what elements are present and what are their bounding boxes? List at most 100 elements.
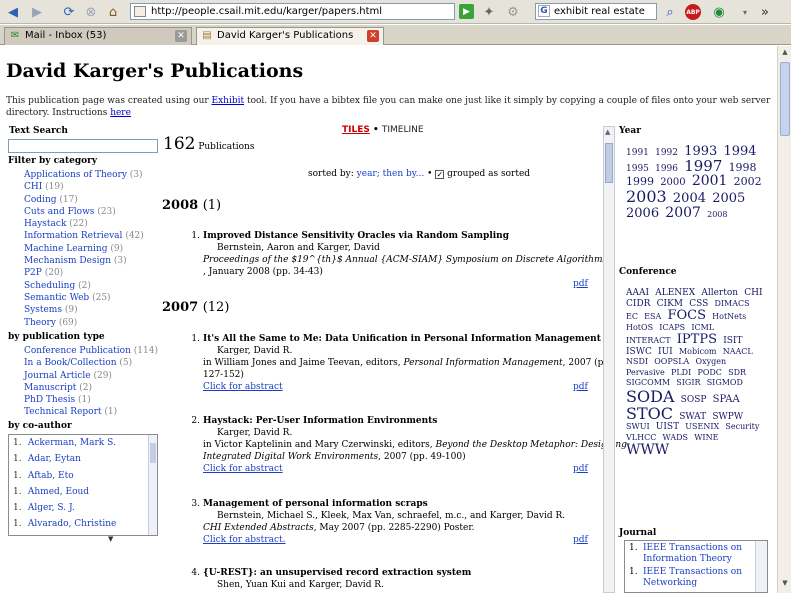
facet-item[interactable]: Theory (69) bbox=[24, 317, 144, 329]
view-timeline[interactable]: TIMELINE bbox=[382, 125, 424, 135]
facet-item-label[interactable]: Haystack bbox=[24, 219, 66, 229]
facet-item-label[interactable]: Mechanism Design bbox=[24, 256, 111, 266]
cloud-item[interactable]: 2008 bbox=[707, 210, 727, 219]
cloud-item[interactable]: Security bbox=[725, 422, 759, 431]
cloud-item[interactable]: SODA bbox=[626, 387, 674, 406]
cloud-item[interactable]: SDR bbox=[728, 368, 746, 377]
cloud-item[interactable]: CSS bbox=[689, 299, 708, 309]
cloud-item[interactable]: PODC bbox=[697, 368, 721, 377]
facet-item-label[interactable]: P2P bbox=[24, 268, 42, 278]
sort-by-link[interactable]: year; then by... bbox=[357, 169, 425, 179]
tab-mail[interactable]: ✉ Mail - Inbox (53) ✕ bbox=[4, 27, 192, 45]
abstract-link[interactable]: Click for abstract bbox=[203, 381, 283, 393]
facet-item[interactable]: Cuts and Flows (23) bbox=[24, 206, 144, 218]
facet-item[interactable]: Systems (9) bbox=[24, 304, 144, 316]
cloud-item[interactable]: SPAA bbox=[713, 394, 740, 405]
close-tab-icon[interactable]: ✕ bbox=[175, 30, 187, 42]
facet-item-label[interactable]: Scheduling bbox=[24, 281, 75, 291]
abstract-link[interactable]: Click for abstract bbox=[203, 463, 283, 475]
cloud-item[interactable]: HotNets bbox=[712, 312, 746, 321]
page-scroll-down-icon[interactable]: ▼ bbox=[780, 579, 790, 591]
cloud-item[interactable]: 2003 bbox=[626, 187, 667, 206]
cloud-item[interactable]: 2007 bbox=[665, 205, 701, 221]
cloud-item[interactable]: 1995 bbox=[626, 164, 649, 174]
cloud-item[interactable]: 1991 bbox=[626, 148, 649, 158]
cloud-item[interactable]: DIMACS bbox=[714, 299, 749, 308]
coauthor-item[interactable]: 1. Alger, S. J. bbox=[13, 500, 157, 516]
cloud-item[interactable]: 1994 bbox=[723, 144, 756, 159]
cloud-item[interactable]: 1992 bbox=[655, 148, 678, 158]
page-scrollbar[interactable]: ▲ ▼ bbox=[777, 46, 791, 593]
coauthor-name[interactable]: Ackerman, Mark S. bbox=[28, 438, 116, 448]
facet-item[interactable]: Journal Article (29) bbox=[24, 370, 158, 382]
cloud-item[interactable]: WWW bbox=[626, 442, 669, 458]
coauthor-item[interactable]: 1. Ahmed, Eoud bbox=[13, 484, 157, 500]
search-go-icon[interactable]: ⌕ bbox=[661, 3, 679, 21]
cloud-item[interactable]: 1996 bbox=[655, 164, 678, 174]
cloud-item[interactable]: SIGCOMM bbox=[626, 378, 670, 387]
cloud-item[interactable]: Mobicom bbox=[679, 347, 717, 356]
view-tiles[interactable]: TILES bbox=[342, 125, 370, 135]
cloud-item[interactable]: CHI bbox=[744, 288, 762, 298]
coauthor-name[interactable]: Alvarado, Christine bbox=[28, 519, 117, 529]
cloud-item[interactable]: SIGIR bbox=[676, 378, 700, 387]
cloud-item[interactable]: INTERACT bbox=[626, 336, 671, 345]
facet-item-label[interactable]: Theory bbox=[24, 318, 56, 328]
cloud-item[interactable]: STOC bbox=[626, 404, 673, 423]
cloud-item[interactable]: ISIT bbox=[723, 336, 742, 346]
cloud-item[interactable]: WINE bbox=[694, 433, 718, 442]
page-scroll-thumb[interactable] bbox=[780, 62, 790, 136]
cloud-item[interactable]: NSDI bbox=[626, 357, 648, 366]
pdf-link[interactable]: pdf bbox=[573, 534, 588, 546]
cloud-item[interactable]: WADS bbox=[663, 433, 689, 442]
cloud-item[interactable]: ALENEX bbox=[655, 288, 695, 298]
facet-item[interactable]: Applications of Theory (3) bbox=[24, 169, 144, 181]
cloud-item[interactable]: Allerton bbox=[701, 288, 738, 298]
cloud-item[interactable]: UIST bbox=[656, 422, 679, 432]
abstract-link[interactable]: Click for abstract. bbox=[203, 534, 285, 546]
cloud-item[interactable]: USENIX bbox=[685, 422, 719, 431]
cloud-item[interactable]: ICML bbox=[691, 323, 714, 332]
facet-item-label[interactable]: Systems bbox=[24, 305, 62, 315]
facet-item-label[interactable]: Cuts and Flows bbox=[24, 207, 94, 217]
coauthor-item[interactable]: 1. Aftab, Eto bbox=[13, 468, 157, 484]
cloud-item[interactable]: 2005 bbox=[712, 191, 745, 206]
cloud-item[interactable]: SIGMOD bbox=[707, 378, 743, 387]
journal-name[interactable]: IEEE Transactions on Information Theory bbox=[643, 543, 742, 564]
facet-item[interactable]: In a Book/Collection (5) bbox=[24, 357, 158, 369]
web-search-input[interactable]: G exhibit real estate bbox=[535, 3, 657, 20]
journal-item[interactable]: 1. IEEE Transactions on Information Theor… bbox=[629, 543, 767, 565]
go-button[interactable]: ▶ bbox=[459, 4, 474, 19]
journal-item[interactable]: 1. IEEE Transactions on Networking bbox=[629, 567, 767, 589]
cloud-item[interactable]: AAAI bbox=[626, 288, 649, 298]
facet-item[interactable]: Conference Publication (114) bbox=[24, 345, 158, 357]
url-bar[interactable]: http://people.csail.mit.edu/karger/paper… bbox=[130, 3, 455, 20]
facet-item-label[interactable]: Coding bbox=[24, 195, 57, 205]
pub-title[interactable]: Improved Distance Sensitivity Oracles vi… bbox=[203, 230, 509, 242]
cloud-item[interactable]: PLDI bbox=[671, 368, 691, 377]
facet-item-label[interactable]: In a Book/Collection bbox=[24, 358, 117, 368]
facet-item-label[interactable]: CHI bbox=[24, 182, 42, 192]
pdf-link[interactable]: pdf bbox=[573, 381, 588, 393]
grouped-checkbox[interactable]: ✓ bbox=[435, 170, 445, 179]
facet-item[interactable]: Haystack (22) bbox=[24, 218, 144, 230]
facet-item[interactable]: Scheduling (2) bbox=[24, 280, 144, 292]
facet-item[interactable]: Technical Report (1) bbox=[24, 406, 158, 418]
close-tab-icon[interactable]: ✕ bbox=[367, 30, 379, 42]
coauthor-name[interactable]: Ahmed, Eoud bbox=[28, 487, 89, 497]
cloud-item[interactable]: CIDR bbox=[626, 299, 650, 309]
cloud-item[interactable]: 2002 bbox=[734, 175, 762, 188]
back-icon[interactable]: ◀ bbox=[4, 3, 22, 21]
facet-item-label[interactable]: PhD Thesis bbox=[24, 395, 75, 405]
journal-list-box[interactable]: 1. IEEE Transactions on Information Theor… bbox=[624, 540, 768, 593]
journal-name[interactable]: IEEE Transactions on Networking bbox=[643, 567, 742, 588]
facet-item-label[interactable]: Technical Report bbox=[24, 407, 102, 417]
scroll-up-icon[interactable]: ▲ bbox=[605, 128, 610, 136]
cloud-item[interactable]: CIKM bbox=[657, 299, 683, 309]
cloud-item[interactable]: IUI bbox=[658, 347, 673, 357]
cloud-item[interactable]: VLHCC bbox=[626, 433, 656, 442]
facet-item[interactable]: P2P (20) bbox=[24, 267, 144, 279]
cloud-item[interactable]: ESA bbox=[644, 312, 661, 321]
facet-item[interactable]: Coding (17) bbox=[24, 194, 144, 206]
coauthor-name[interactable]: Alger, S. J. bbox=[28, 503, 75, 513]
